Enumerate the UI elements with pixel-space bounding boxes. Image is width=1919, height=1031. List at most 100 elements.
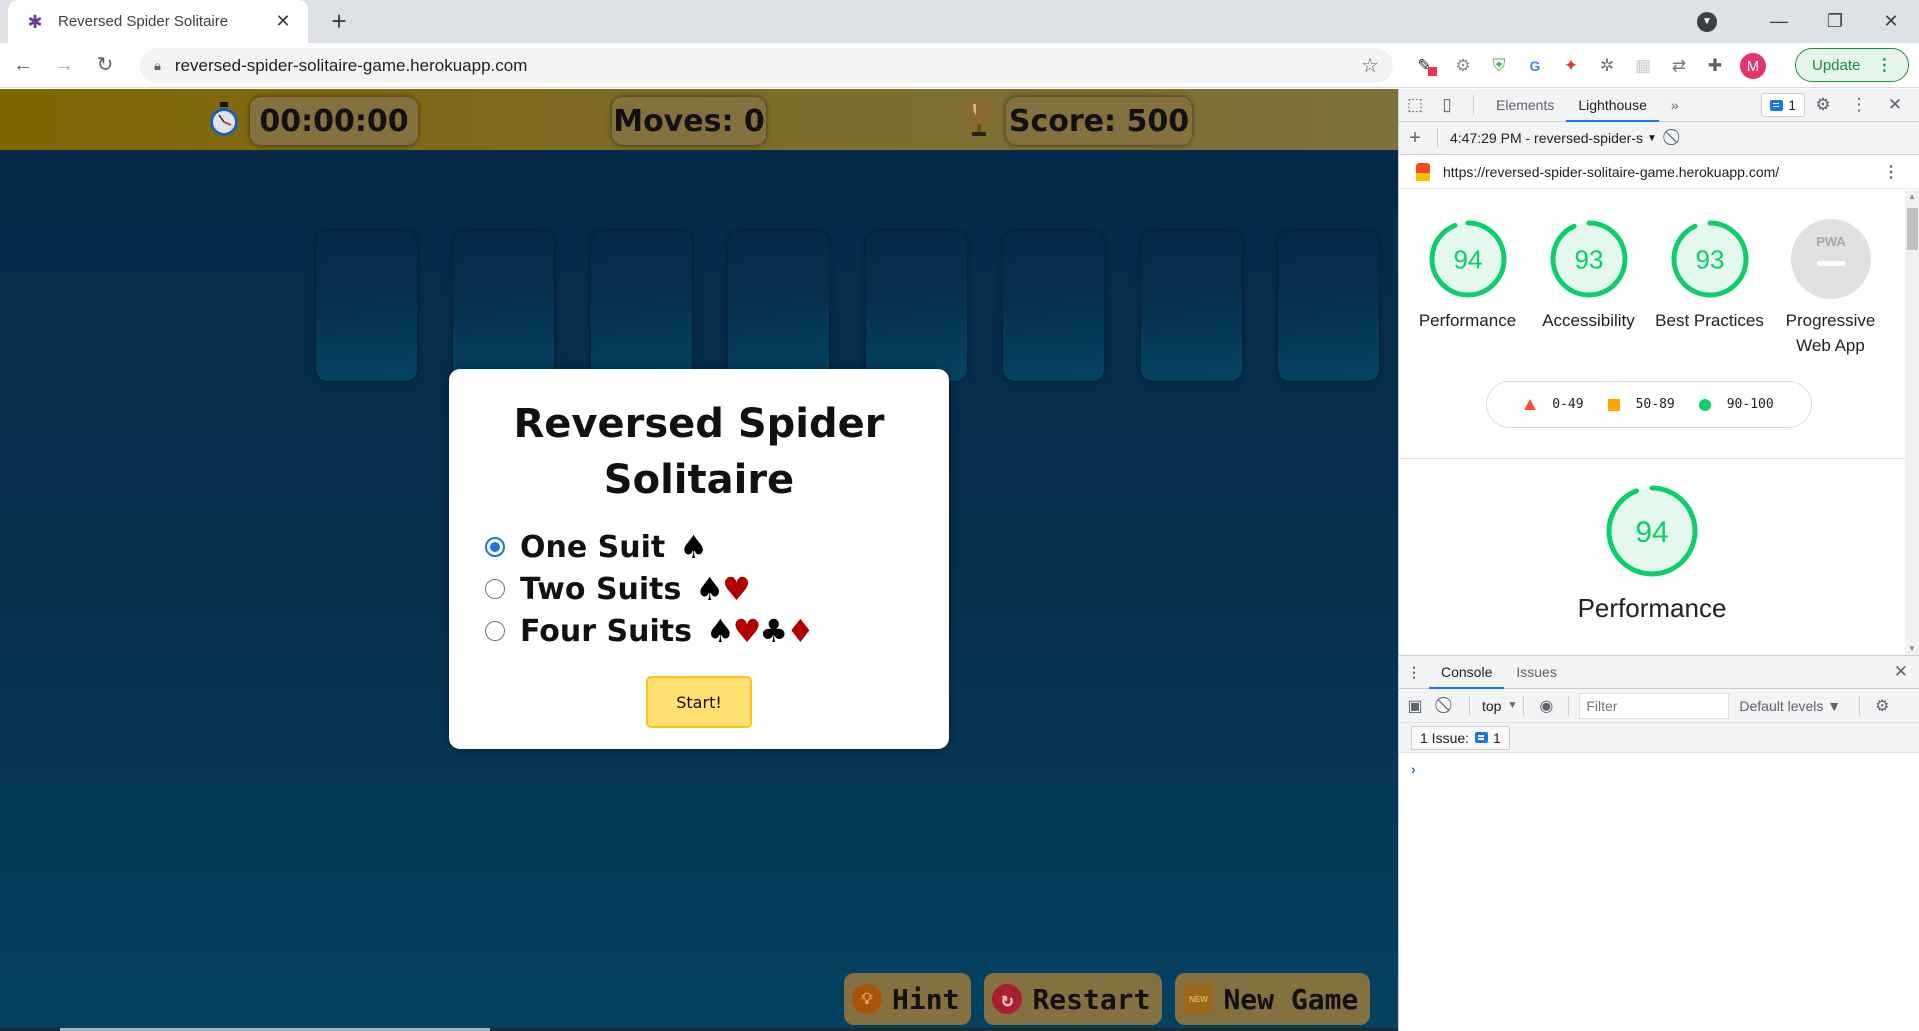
report-menu-icon[interactable]: ⋮ — [1883, 162, 1899, 182]
browser-tab[interactable]: ✱ Reversed Spider Solitaire ✕ — [8, 0, 308, 43]
card-slot[interactable] — [1278, 231, 1379, 381]
scrollbar-thumb[interactable] — [1907, 208, 1918, 250]
tab-console[interactable]: Console — [1429, 656, 1505, 689]
gauge-performance[interactable]: 94 Performance — [1407, 218, 1528, 358]
device-toolbar-icon[interactable]: ▯ — [1431, 95, 1463, 115]
more-menu-icon[interactable]: ⋮ — [1876, 55, 1892, 75]
profile-avatar[interactable]: M — [1740, 53, 1766, 79]
score-gauge: 93 — [1671, 220, 1748, 298]
spider-favicon-icon: ✱ — [27, 11, 43, 32]
inspect-element-icon[interactable]: ⬚ — [1399, 95, 1431, 115]
tab-lighthouse[interactable]: Lighthouse — [1566, 89, 1659, 122]
gear-extension-icon[interactable]: ⚙ — [1446, 51, 1480, 81]
radio-one-suit[interactable] — [485, 537, 505, 557]
issues-row: 1 Issue: 1 — [1399, 723, 1919, 753]
gauge-accessibility[interactable]: 93 Accessibility — [1528, 218, 1649, 358]
color-extension-icon[interactable]: ✦ — [1554, 51, 1588, 81]
close-devtools-icon[interactable]: ✕ — [1877, 95, 1913, 115]
close-window-button[interactable]: ✕ — [1863, 11, 1919, 32]
radio-two-suits[interactable] — [485, 579, 505, 599]
restore-button[interactable]: ❐ — [1807, 11, 1863, 32]
divider — [1399, 458, 1905, 459]
clear-console-icon[interactable]: ⃠ — [1431, 697, 1463, 715]
back-button[interactable]: ← — [5, 47, 41, 83]
game-controls: 💡︎ Hint ↻ Restart NEW New Game — [844, 973, 1383, 1025]
card-slot[interactable] — [591, 231, 692, 381]
scroll-up-icon[interactable]: ▲ — [1908, 192, 1916, 201]
sidebar-toggle-icon[interactable]: ▣ — [1399, 696, 1431, 716]
log-levels-dropdown[interactable]: Default levels ▼ — [1739, 698, 1841, 714]
card-slot[interactable] — [453, 231, 554, 381]
minimize-button[interactable]: — — [1751, 11, 1807, 32]
gauge-best-practices[interactable]: 93 Best Practices — [1649, 218, 1770, 358]
card-slot[interactable] — [728, 231, 829, 381]
vertical-scrollbar[interactable]: ▲ ▼ — [1905, 190, 1919, 655]
reload-button[interactable]: ↻ — [87, 47, 123, 83]
close-drawer-icon[interactable]: ✕ — [1894, 662, 1908, 682]
gauge-progressive-web-app[interactable]: PWA Progressive Web App — [1770, 218, 1891, 358]
translate-extension-icon[interactable]: G — [1518, 51, 1552, 81]
bookmark-star-icon[interactable]: ☆ — [1361, 53, 1379, 78]
caret-down-icon[interactable]: ▼ — [1507, 700, 1517, 711]
console-toolbar: ▣ ⃠ top ▼ ◉ Default levels ▼ ⚙ — [1399, 689, 1919, 723]
start-button[interactable]: Start! — [646, 676, 752, 728]
forward-button[interactable]: → — [46, 47, 82, 83]
link-extension-icon[interactable]: ⇄ — [1662, 51, 1696, 81]
pattern-extension-icon[interactable]: ▦ — [1626, 51, 1660, 81]
address-bar[interactable]: 🔒︎ reversed-spider-solitaire-game.heroku… — [140, 48, 1393, 83]
option-one-suit[interactable]: One Suit ♠ — [485, 526, 949, 568]
divider — [1859, 695, 1861, 716]
option-two-suits[interactable]: Two Suits ♠♥ — [485, 568, 949, 610]
devtools-menu-icon[interactable]: ⋮ — [1841, 95, 1877, 115]
score-gauge: PWA — [1790, 219, 1871, 299]
restart-button[interactable]: ↻ Restart — [984, 973, 1163, 1025]
url-text[interactable]: reversed-spider-solitaire-game.herokuapp… — [175, 56, 1361, 76]
lighthouse-report: 94 Performance 93 Accessibility 93 Best Pract… — [1399, 190, 1919, 655]
option-label: Four Suits — [520, 613, 692, 649]
bug-extension-icon[interactable]: ✲ — [1590, 51, 1624, 81]
card-slot[interactable] — [316, 231, 417, 381]
eye-icon[interactable]: ◉ — [1530, 696, 1562, 716]
issues-count: 1 — [1788, 97, 1796, 113]
console-settings-icon[interactable]: ⚙ — [1866, 696, 1898, 716]
new-report-button[interactable]: + — [1399, 127, 1431, 150]
adguard-shield-icon[interactable]: ⛨ — [1482, 51, 1516, 81]
issues-badge[interactable]: 1 — [1761, 93, 1805, 117]
new-game-button[interactable]: NEW New Game — [1175, 973, 1371, 1025]
scroll-down-icon[interactable]: ▼ — [1908, 644, 1916, 653]
circle-icon — [1698, 398, 1711, 411]
console-prompt[interactable]: › — [1399, 753, 1919, 777]
report-url[interactable]: https://reversed-spider-solitaire-game.h… — [1443, 164, 1779, 180]
timer-display: 00:00:00 — [250, 97, 418, 145]
hint-button[interactable]: 💡︎ Hint — [844, 973, 972, 1025]
more-tabs-button[interactable]: » — [1659, 89, 1691, 122]
tab-issues[interactable]: Issues — [1504, 656, 1568, 689]
settings-gear-icon[interactable]: ⚙ — [1805, 95, 1841, 115]
radio-four-suits[interactable] — [485, 621, 505, 641]
devtools-actions: 1 ⚙ ⋮ ✕ — [1761, 93, 1913, 117]
console-filter-input[interactable] — [1579, 692, 1730, 719]
legend-fail: 0-49 — [1524, 397, 1584, 412]
caret-down-icon[interactable]: ▼ — [1647, 133, 1657, 144]
context-selector[interactable]: top — [1476, 698, 1507, 714]
suit-icons: ♠♥ — [695, 570, 750, 608]
puzzle-extensions-icon[interactable]: ✚ — [1698, 51, 1732, 81]
update-button[interactable]: Update ⋮ — [1795, 48, 1909, 82]
color-picker-extension-icon[interactable]: ✎ — [1410, 51, 1444, 81]
divider — [1469, 695, 1470, 716]
new-tab-button[interactable]: + — [324, 6, 354, 36]
report-selector[interactable]: 4:47:29 PM - reversed-spider-s — [1437, 128, 1643, 148]
card-slot[interactable] — [1003, 231, 1104, 381]
option-four-suits[interactable]: Four Suits ♠♥♣♦ — [485, 610, 949, 652]
lock-icon[interactable]: 🔒︎ — [154, 58, 161, 74]
card-slot[interactable] — [866, 231, 967, 381]
tab-elements[interactable]: Elements — [1484, 89, 1566, 122]
lightbulb-icon: 💡︎ — [852, 984, 882, 1014]
drawer-menu-icon[interactable]: ⋮ — [1399, 664, 1429, 681]
issues-pill[interactable]: 1 Issue: 1 — [1411, 725, 1510, 750]
stopwatch-icon — [210, 102, 238, 136]
difficulty-dialog: Reversed Spider Solitaire One Suit ♠ Two… — [449, 369, 949, 749]
tab-search-icon[interactable]: ▼ — [1697, 11, 1717, 32]
card-slot[interactable] — [1141, 231, 1242, 381]
tab-close-icon[interactable]: ✕ — [272, 11, 294, 32]
